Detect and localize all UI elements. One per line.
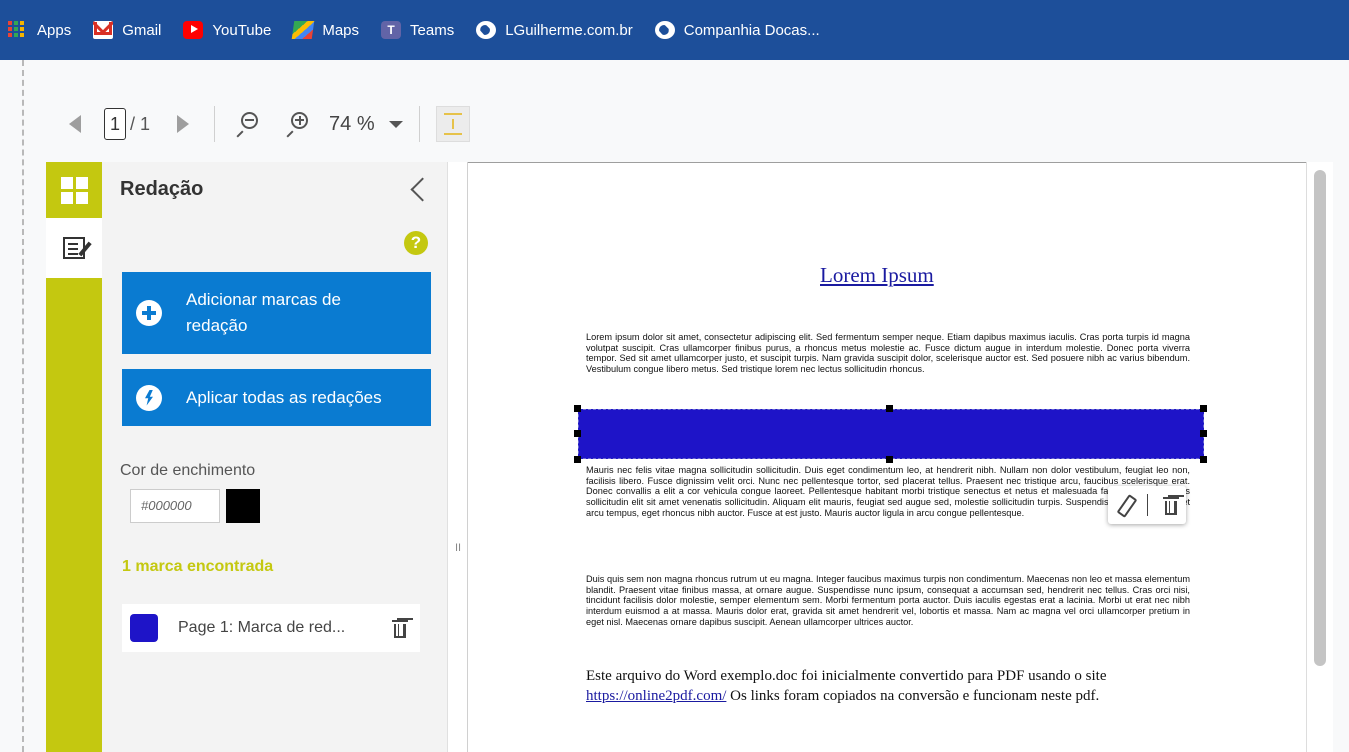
toolbar-divider	[418, 106, 420, 142]
tools-grid-button[interactable]	[46, 162, 102, 218]
online2pdf-link[interactable]: https://online2pdf.com/	[586, 688, 726, 704]
scrollbar-thumb[interactable]	[1314, 170, 1326, 666]
apps-grid-icon	[8, 21, 28, 39]
lightning-icon	[136, 384, 162, 411]
zoom-out-button[interactable]	[231, 109, 261, 139]
bookmark-label: LGuilherme.com.br	[505, 21, 633, 39]
resize-handle[interactable]	[574, 456, 581, 463]
bookmark-gmail[interactable]: Gmail	[93, 18, 161, 42]
bookmark-label: YouTube	[212, 21, 272, 39]
add-redaction-marks-button[interactable]: Adicionar marcas de redação	[122, 272, 431, 354]
grid-icon	[60, 176, 88, 204]
teams-icon: T	[381, 21, 402, 39]
resize-handle[interactable]	[1200, 456, 1207, 463]
maps-icon	[292, 21, 315, 39]
document-viewer: Lorem Ipsum Lorem ipsum dolor sit amet, …	[468, 162, 1306, 752]
bookmark-label: Gmail	[122, 21, 162, 39]
document-title: Lorem Ipsum	[820, 263, 934, 287]
marks-found-count: 1 marca encontrada	[122, 558, 274, 575]
page-edge-divider	[22, 60, 24, 752]
add-marks-label: Adicionar marcas de redação	[186, 290, 341, 335]
bookmark-label: Apps	[37, 21, 72, 39]
page-number-input[interactable]: 1	[104, 108, 126, 140]
previous-page-button[interactable]	[60, 109, 90, 139]
paragraph-1: Lorem ipsum dolor sit amet, consectetur …	[586, 332, 1190, 375]
panel-title: Redação	[120, 178, 204, 200]
style-brush-icon[interactable]	[1116, 495, 1132, 515]
globe-icon	[476, 21, 497, 39]
footer-text-after: Os links foram copiados na conversão e f…	[726, 688, 1100, 704]
zoom-out-icon	[234, 112, 259, 138]
viewer-toolbar: 1 / 1 74 %	[60, 100, 470, 148]
toolbar-divider	[214, 106, 216, 142]
delete-mark-trash-icon[interactable]	[1162, 495, 1179, 515]
resize-handle[interactable]	[886, 456, 893, 463]
bookmark-lguilherme[interactable]: LGuilherme.com.br	[476, 18, 633, 42]
bookmark-apps[interactable]: Apps	[8, 18, 71, 42]
redaction-icon	[63, 237, 85, 259]
zoom-level[interactable]: 74 %	[329, 113, 375, 136]
tool-rail	[46, 162, 102, 752]
fill-color-swatch[interactable]	[226, 489, 260, 523]
fill-color-input[interactable]: #000000	[130, 489, 220, 523]
mark-color-swatch	[130, 614, 158, 642]
resize-handle[interactable]	[574, 430, 581, 437]
arrow-right-icon	[177, 115, 190, 133]
fit-page-button[interactable]	[435, 106, 470, 142]
next-page-button[interactable]	[168, 109, 198, 139]
redaction-panel: Redação ? Adicionar marcas de redação Ap…	[102, 162, 448, 752]
youtube-icon	[183, 21, 204, 39]
bookmark-companhia-docas[interactable]: Companhia Docas...	[654, 18, 820, 42]
apply-all-label: Aplicar todas as redações	[186, 387, 382, 407]
bookmark-youtube[interactable]: YouTube	[183, 18, 271, 42]
redaction-mark-item[interactable]: Page 1: Marca de red...	[122, 604, 420, 652]
bookmark-label: Maps	[322, 21, 360, 39]
editor-frame: Redação ? Adicionar marcas de redação Ap…	[46, 162, 1333, 752]
bookmark-maps[interactable]: Maps	[292, 18, 360, 42]
paragraph-2: Mauris nec felis vitae magna sollicitudi…	[586, 465, 1190, 518]
page-total: / 1	[130, 113, 151, 134]
bookmark-label: Companhia Docas...	[683, 21, 820, 39]
zoom-dropdown-caret-icon[interactable]	[388, 120, 403, 128]
resize-handle[interactable]	[574, 405, 581, 412]
bookmark-label: Teams	[410, 21, 455, 39]
help-icon[interactable]: ?	[404, 231, 428, 255]
document-footer-text: Este arquivo do Word exemplo.doc foi ini…	[586, 666, 1190, 706]
apply-all-redactions-button[interactable]: Aplicar todas as redações	[122, 369, 431, 426]
mark-label: Page 1: Marca de red...	[178, 619, 346, 636]
vertical-scrollbar[interactable]	[1306, 162, 1333, 752]
splitter-grip: II	[455, 542, 462, 554]
collapse-panel-icon[interactable]	[408, 176, 428, 204]
footer-text-before: Este arquivo do Word exemplo.doc foi ini…	[586, 668, 1107, 684]
zoom-in-icon	[284, 112, 309, 138]
zoom-in-button[interactable]	[281, 109, 311, 139]
arrow-left-icon	[69, 115, 81, 133]
mark-floating-toolbar	[1108, 486, 1186, 524]
bookmark-teams[interactable]: T Teams	[381, 18, 454, 42]
bookmarks-bar: Apps Gmail YouTube Maps T Teams LGuilher…	[0, 0, 1349, 60]
fill-color-label: Cor de enchimento	[120, 462, 256, 479]
redaction-tool-button[interactable]	[46, 218, 102, 278]
resize-handle[interactable]	[1200, 405, 1207, 412]
panel-splitter[interactable]: II	[448, 162, 468, 752]
globe-icon	[654, 21, 675, 39]
toolbar-divider	[1146, 494, 1148, 516]
gmail-icon	[93, 21, 114, 39]
trash-icon[interactable]	[392, 618, 408, 638]
resize-handle[interactable]	[1200, 430, 1207, 437]
paragraph-3: Duis quis sem non magna rhoncus rutrum u…	[586, 574, 1190, 627]
resize-handle[interactable]	[886, 405, 893, 412]
redaction-mark[interactable]	[578, 409, 1204, 459]
plus-circle-icon	[136, 300, 162, 326]
